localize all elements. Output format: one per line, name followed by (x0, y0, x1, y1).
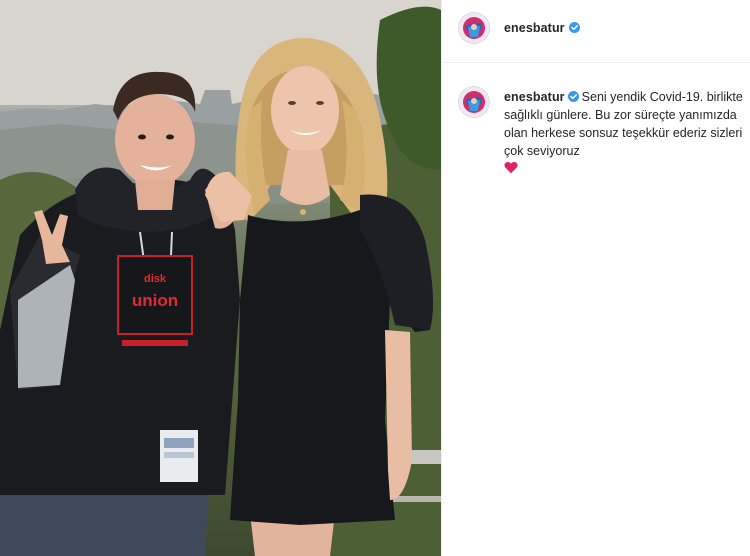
profile-avatar-icon[interactable] (459, 13, 489, 43)
sweatshirt-brand-main: union (132, 291, 178, 310)
caption-username[interactable]: enesbatur (504, 90, 565, 104)
post-header: enesbatur (442, 0, 750, 63)
caption-body: enesbatur Seni yendik Covid-19. birlikte … (504, 88, 744, 174)
caption-avatar-icon[interactable] (459, 87, 489, 117)
post-sidebar: enesbatur enesbatur Seni yendik Covid-19.… (442, 0, 750, 556)
caption-verified-badge-icon (567, 91, 579, 102)
red-heart-icon (504, 161, 518, 174)
header-username[interactable]: enesbatur (504, 21, 565, 35)
verified-badge-icon (569, 22, 580, 33)
post-photo[interactable]: disk union (0, 0, 441, 556)
sweatshirt-brand-top: disk (144, 273, 167, 285)
photo-illustration: disk union (0, 0, 441, 556)
